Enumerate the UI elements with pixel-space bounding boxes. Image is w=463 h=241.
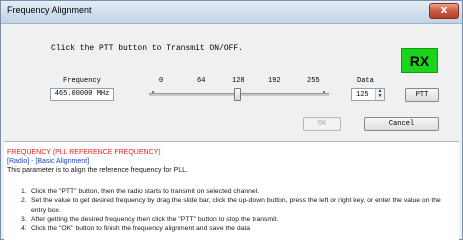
slider-tick-label-255: 255 [307,77,320,85]
ok-button[interactable]: OK [303,117,341,131]
rx-status-indicator: RX [401,48,438,73]
slider-tick-label-192: 192 [268,77,281,85]
data-spinner[interactable]: ▲ ▼ [375,89,384,100]
data-label: Data [357,77,374,85]
frequency-label: Frequency [63,77,101,85]
cancel-button[interactable]: Cancel [364,117,439,131]
help-step: 4. Click the "OK" button to finish the fr… [21,225,251,233]
help-title: FREQUENCY (PLL REFERENCE FREQUENCY) [7,149,161,156]
help-steps-list: 1. Click the "PTT" button, then the radio… [21,187,456,233]
close-icon: x [440,3,448,16]
ptt-instruction: Click the PTT button to Transmit ON/OFF. [51,44,244,53]
help-step: 3. After getting the desired frequency th… [21,215,279,223]
title-bar[interactable]: Frequency Alignment x [1,1,462,24]
slider-tick-mark [152,91,154,93]
slider-tick-label-128: 128 [232,77,245,85]
ptt-button[interactable]: PTT [405,88,439,102]
data-spin-box[interactable]: 125 ▲ ▼ [351,88,385,101]
help-step: 2. Set the value to get desired frequency… [21,197,441,214]
help-menu-path: [Radio] - [Basic Alignment] [7,158,90,165]
data-value: 125 [356,91,369,99]
slider-tick-label-64: 64 [197,77,206,85]
frequency-slider[interactable] [149,88,329,101]
slider-tick-label-0: 0 [159,77,164,85]
help-step: 1. Click the "PTT" button, then the radio… [21,188,260,195]
window-title: Frequency Alignment [7,5,92,15]
frequency-field: 465.00000 MHz [50,88,114,101]
slider-thumb[interactable] [233,88,241,101]
slider-tick-mark [323,91,325,93]
spin-down-icon[interactable]: ▼ [377,94,383,99]
frequency-alignment-dialog: Frequency Alignment x Click the PTT butt… [0,0,463,241]
rx-status-label: RX [409,53,430,69]
help-description: This parameter is to align the reference… [7,167,188,174]
close-button[interactable]: x [429,3,459,19]
help-panel: FREQUENCY (PLL REFERENCE FREQUENCY) [Rad… [4,141,459,241]
